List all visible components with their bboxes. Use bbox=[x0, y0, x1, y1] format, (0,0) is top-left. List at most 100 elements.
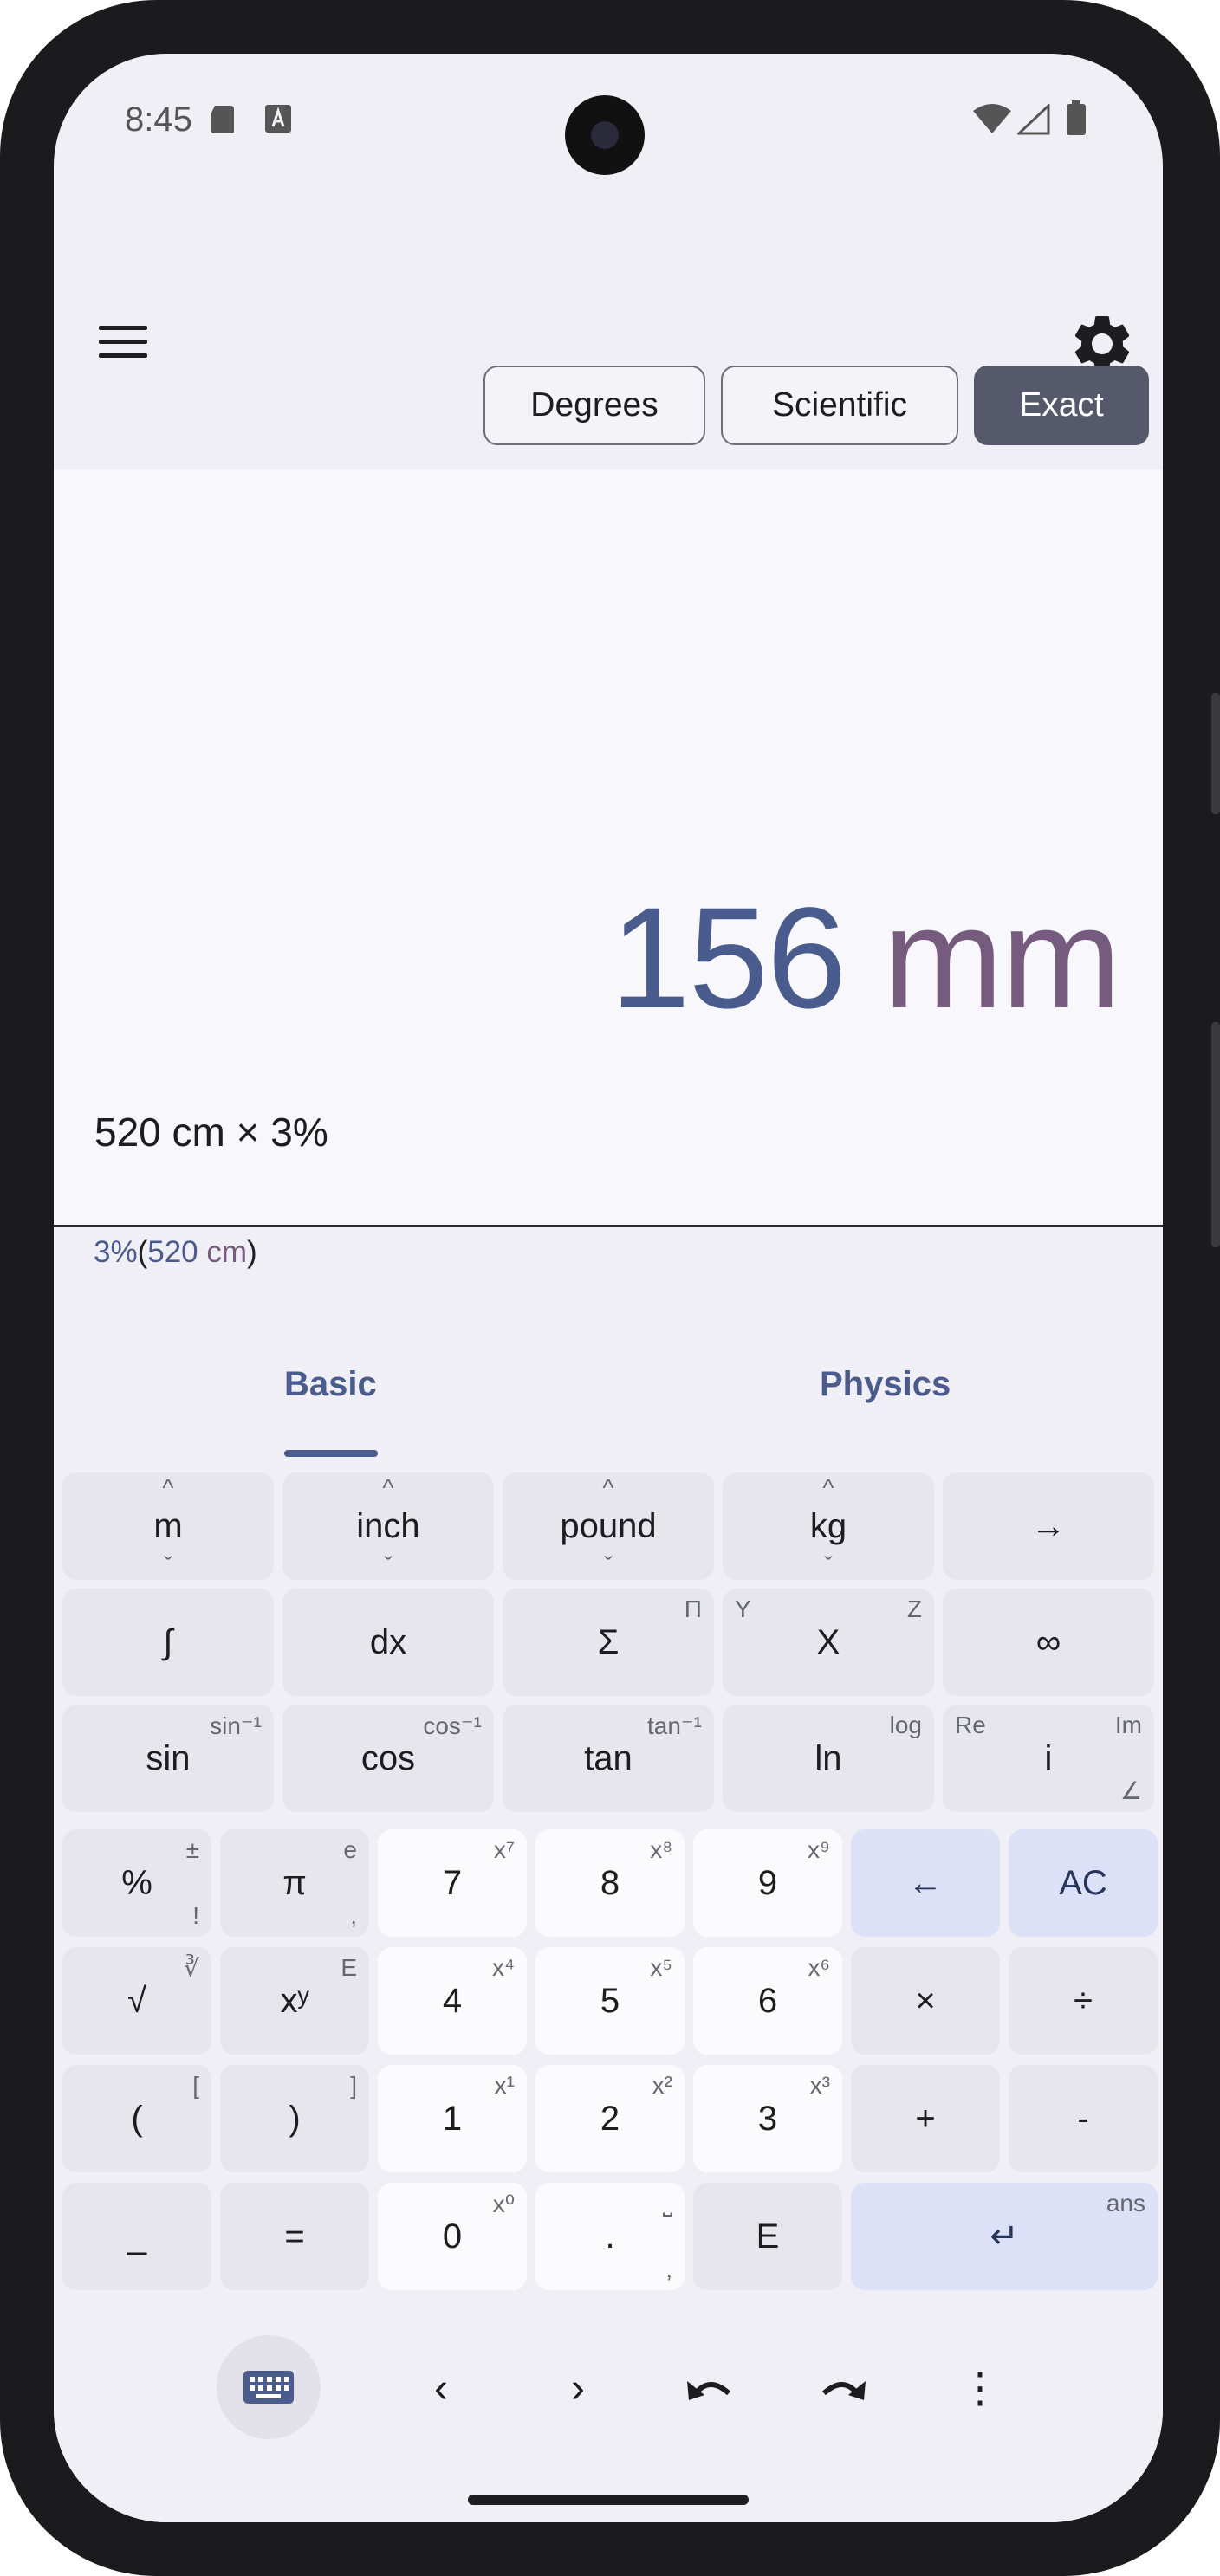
key-pi[interactable]: π e , bbox=[220, 1829, 369, 1937]
key-digit-5[interactable]: 5 x⁵ bbox=[535, 1947, 685, 2055]
key-label: ) bbox=[289, 2099, 301, 2138]
menu-icon-line bbox=[99, 353, 147, 358]
key-down-hint: ˇ bbox=[164, 1552, 172, 1579]
key-digit-0[interactable]: 0 x⁰ bbox=[378, 2183, 527, 2290]
key-all-clear[interactable]: AC bbox=[1009, 1829, 1158, 1937]
key-equals[interactable]: = bbox=[220, 2183, 369, 2290]
volume-button bbox=[1211, 693, 1220, 814]
key-sin[interactable]: sin sin⁻¹ bbox=[62, 1705, 274, 1812]
key-label: → bbox=[1031, 1506, 1066, 1545]
key-digit-4[interactable]: 4 x⁴ bbox=[378, 1947, 527, 2055]
key-secondary: Π bbox=[684, 1595, 702, 1622]
key-multiply[interactable]: × bbox=[851, 1947, 1000, 2055]
key-decimal-point[interactable]: . ⎵ , bbox=[535, 2183, 685, 2290]
undo-button[interactable] bbox=[671, 2349, 749, 2427]
exact-mode-button[interactable]: Exact bbox=[974, 366, 1149, 445]
keyboard-toggle-button[interactable] bbox=[217, 2335, 321, 2439]
tab-physics[interactable]: Physics bbox=[820, 1365, 951, 1404]
key-label: 0 bbox=[442, 2217, 463, 2256]
key-up-hint: ^ bbox=[822, 1474, 834, 1501]
key-divide[interactable]: ÷ bbox=[1009, 1947, 1158, 2055]
key-secondary: e bbox=[343, 1836, 357, 1863]
key-label: % bbox=[121, 1863, 152, 1902]
preview-number: 520 bbox=[147, 1235, 198, 1269]
degrees-mode-button[interactable]: Degrees bbox=[483, 366, 705, 445]
key-label: tan bbox=[584, 1738, 633, 1777]
key-ln[interactable]: ln log bbox=[723, 1705, 934, 1812]
home-indicator[interactable] bbox=[468, 2495, 749, 2505]
key-meter[interactable]: ^ m ˇ bbox=[62, 1472, 274, 1580]
key-infinity[interactable]: ∞ bbox=[943, 1589, 1154, 1696]
cursor-right-button[interactable]: › bbox=[539, 2349, 617, 2427]
key-label: ÷ bbox=[1074, 1981, 1093, 2020]
cell-signal-icon bbox=[1017, 104, 1050, 135]
key-secondary: sin⁻¹ bbox=[210, 1712, 262, 1739]
scientific-mode-button[interactable]: Scientific bbox=[721, 366, 958, 445]
redo-button[interactable] bbox=[804, 2349, 882, 2427]
key-label: pound bbox=[560, 1506, 657, 1545]
key-dx[interactable]: dx bbox=[282, 1589, 494, 1696]
key-secondary: Z bbox=[906, 1595, 922, 1622]
key-inch[interactable]: ^ inch ˇ bbox=[282, 1472, 494, 1580]
key-percent[interactable]: % ± ! bbox=[62, 1829, 211, 1937]
chevron-right-icon: › bbox=[571, 2365, 585, 2411]
key-secondary: ! bbox=[192, 1902, 199, 1929]
key-cos[interactable]: cos cos⁻¹ bbox=[282, 1705, 494, 1812]
key-secondary: ∠ bbox=[1119, 1777, 1142, 1804]
key-convert-arrow[interactable]: → bbox=[943, 1472, 1154, 1580]
menu-button[interactable] bbox=[88, 307, 158, 376]
key-enter[interactable]: ↵ ans bbox=[851, 2183, 1158, 2290]
key-digit-6[interactable]: 6 x⁶ bbox=[693, 1947, 842, 2055]
key-tan[interactable]: tan tan⁻¹ bbox=[503, 1705, 714, 1812]
key-label: _ bbox=[127, 2217, 147, 2256]
result-unit: mm bbox=[883, 878, 1121, 1039]
key-up-hint: ^ bbox=[602, 1474, 614, 1501]
key-secondary: E bbox=[341, 1954, 357, 1981]
key-label: ← bbox=[908, 1863, 943, 1902]
chevron-left-icon: ‹ bbox=[434, 2365, 448, 2411]
key-label: √ bbox=[127, 1981, 146, 2020]
key-label: xʸ bbox=[280, 1981, 309, 2020]
key-secondary: x⁰ bbox=[492, 2191, 515, 2217]
key-digit-3[interactable]: 3 x³ bbox=[693, 2065, 842, 2172]
keyboard-icon bbox=[243, 2371, 294, 2404]
key-backspace[interactable]: ← bbox=[851, 1829, 1000, 1937]
key-label: inch bbox=[356, 1506, 420, 1545]
key-secondary: Y bbox=[735, 1595, 751, 1622]
key-minus[interactable]: - bbox=[1009, 2065, 1158, 2172]
key-plus[interactable]: + bbox=[851, 2065, 1000, 2172]
key-secondary: [ bbox=[192, 2072, 199, 2099]
key-sqrt[interactable]: √ ∛ bbox=[62, 1947, 211, 2055]
key-digit-2[interactable]: 2 x² bbox=[535, 2065, 685, 2172]
status-bar: 8:45 bbox=[54, 54, 1163, 175]
key-digit-1[interactable]: 1 x¹ bbox=[378, 2065, 527, 2172]
preview-close-paren: ) bbox=[247, 1235, 257, 1269]
key-label: 3 bbox=[757, 2099, 778, 2138]
key-digit-7[interactable]: 7 x⁷ bbox=[378, 1829, 527, 1937]
key-digit-9[interactable]: 9 x⁹ bbox=[693, 1829, 842, 1937]
more-options-button[interactable]: ⋮ bbox=[941, 2349, 1019, 2427]
key-variable-x[interactable]: Y X Z bbox=[723, 1589, 934, 1696]
key-integral[interactable]: ∫ bbox=[62, 1589, 274, 1696]
cursor-left-button[interactable]: ‹ bbox=[402, 2349, 480, 2427]
key-imaginary[interactable]: Re i Im ∠ bbox=[943, 1705, 1154, 1812]
key-secondary: , bbox=[665, 2256, 672, 2282]
preview-percent: 3% bbox=[94, 1235, 138, 1269]
key-label: = bbox=[284, 2217, 305, 2256]
key-power[interactable]: xʸ E bbox=[220, 1947, 369, 2055]
key-open-paren[interactable]: ( [ bbox=[62, 2065, 211, 2172]
key-label: 8 bbox=[600, 1863, 620, 1902]
key-kilogram[interactable]: ^ kg ˇ bbox=[723, 1472, 934, 1580]
key-exponent-e[interactable]: E bbox=[693, 2183, 842, 2290]
key-close-paren[interactable]: ) ] bbox=[220, 2065, 369, 2172]
key-pound[interactable]: ^ pound ˇ bbox=[503, 1472, 714, 1580]
expression-input[interactable]: 520 cm × 3% bbox=[94, 1109, 328, 1155]
key-digit-8[interactable]: 8 x⁸ bbox=[535, 1829, 685, 1937]
tab-basic[interactable]: Basic bbox=[284, 1365, 377, 1404]
key-underscore[interactable]: _ bbox=[62, 2183, 211, 2290]
key-label: i bbox=[1044, 1738, 1053, 1777]
key-label: . bbox=[605, 2217, 615, 2256]
key-sigma[interactable]: Σ Π bbox=[503, 1589, 714, 1696]
key-label: sin bbox=[146, 1738, 191, 1777]
key-label: 5 bbox=[600, 1981, 620, 2020]
